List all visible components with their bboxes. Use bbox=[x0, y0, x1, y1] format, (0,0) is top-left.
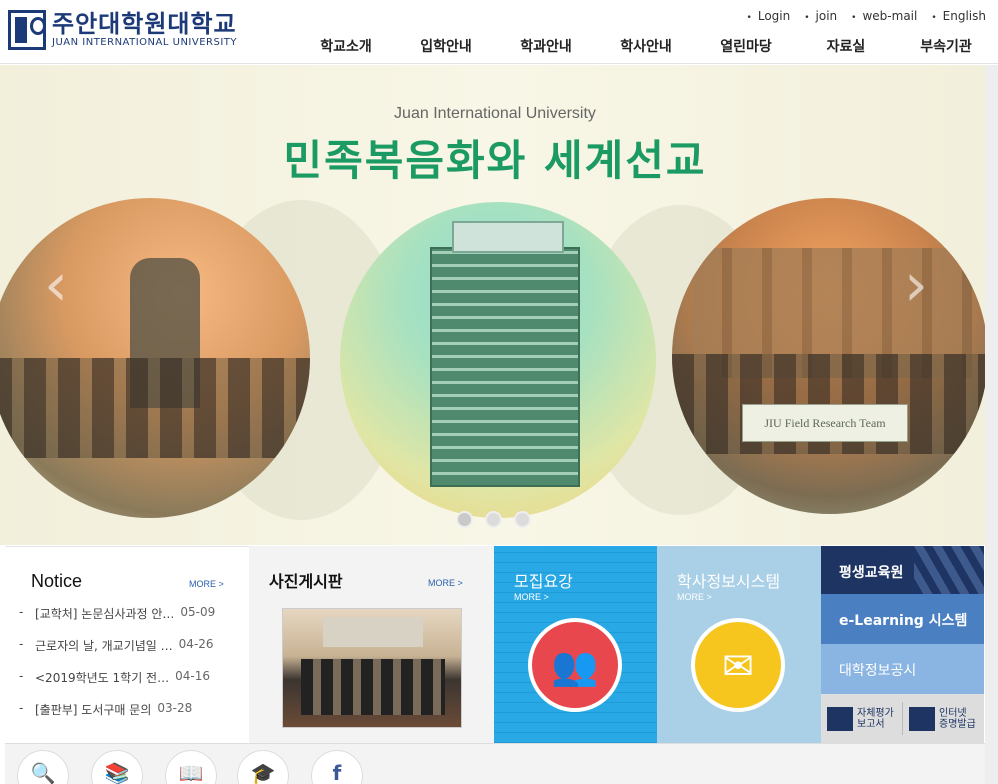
slide-pagination bbox=[456, 511, 531, 528]
lifelong-education-title: 평생교육원 bbox=[839, 565, 904, 581]
prev-slide-icon[interactable]: ‹ bbox=[44, 250, 68, 320]
recruit-panel[interactable]: 모집요강 MORE > 👥 bbox=[494, 546, 657, 743]
notice-text: 근로자의 날, 개교기념일 … bbox=[35, 639, 173, 653]
webmail-link[interactable]: web-mail bbox=[851, 9, 917, 23]
quick-links-bar: 🔍 📚 📖 🎓 f bbox=[5, 743, 995, 784]
lifelong-education-link[interactable]: 평생교육원 bbox=[821, 546, 984, 594]
notice-date: 04-16 bbox=[175, 669, 210, 683]
notice-date: 04-26 bbox=[178, 637, 214, 651]
hero-title: 민족복음화와 세계선교 bbox=[283, 136, 707, 185]
public-info-link[interactable]: 대학정보공시 bbox=[821, 644, 984, 694]
nav-item-admission[interactable]: 입학안내 bbox=[396, 36, 496, 56]
photo-board-title: 사진게시판 bbox=[269, 572, 343, 591]
building-shape bbox=[430, 221, 580, 487]
logo-english-name: JUAN INTERNATIONAL UNIVERSITY bbox=[52, 37, 237, 48]
lifelong-education-panel: 평생교육원 e-Learning 시스템 대학정보공시 자체평가 보고서 인터넷 증… bbox=[821, 546, 984, 743]
hero-slider: Juan International University 민족복음화와 세계선… bbox=[0, 65, 998, 545]
nav-item-academics[interactable]: 학사안내 bbox=[596, 36, 696, 56]
notice-panel: Notice MORE > - [교학처] 논문심사과정 안… 05-09 - 근로자… bbox=[5, 546, 249, 743]
graduation-icon[interactable]: 🎓 bbox=[237, 750, 289, 784]
slide-dot-2[interactable] bbox=[485, 511, 502, 528]
english-link[interactable]: English bbox=[931, 9, 986, 23]
photo-thumbnail[interactable] bbox=[282, 608, 462, 728]
login-link[interactable]: Login bbox=[747, 9, 790, 23]
nav-item-community[interactable]: 열린마당 bbox=[696, 36, 796, 56]
nav-item-about[interactable]: 학교소개 bbox=[296, 36, 396, 56]
book-icon[interactable]: 📖 bbox=[165, 750, 217, 784]
life-bottom-links: 자체평가 보고서 인터넷 증명발급 bbox=[821, 694, 984, 743]
notice-more-link[interactable]: MORE > bbox=[189, 579, 224, 589]
list-item[interactable]: - 근로자의 날, 개교기념일 … 04-26 bbox=[19, 637, 245, 669]
search-chart-icon[interactable]: 🔍 bbox=[17, 750, 69, 784]
self-evaluation-link[interactable]: 자체평가 보고서 bbox=[821, 694, 902, 743]
field-team-banner: JIU Field Research Team bbox=[742, 404, 908, 442]
list-item[interactable]: - [출판부] 도서구매 문의 03-28 bbox=[19, 701, 245, 733]
logo-emblem bbox=[8, 10, 46, 50]
main-navigation: 학교소개 입학안내 학과안내 학사안내 열린마당 자료실 부속기관 bbox=[296, 36, 996, 56]
people-icon: 👥 bbox=[528, 618, 622, 712]
triangle-pattern-icon bbox=[914, 546, 984, 594]
photo-board-panel: 사진게시판 MORE > bbox=[249, 546, 494, 743]
nav-item-departments[interactable]: 학과안내 bbox=[496, 36, 596, 56]
hero-subtitle: Juan International University bbox=[394, 105, 596, 122]
notice-list: - [교학처] 논문심사과정 안… 05-09 - 근로자의 날, 개교기념일 … 04… bbox=[19, 605, 245, 733]
university-logo[interactable]: 주안대학원대학교 JUAN INTERNATIONAL UNIVERSITY bbox=[8, 10, 237, 50]
recruit-more-link[interactable]: MORE > bbox=[514, 592, 549, 602]
right-edge-bar bbox=[985, 65, 998, 784]
hero-photo-building bbox=[340, 202, 656, 518]
list-item[interactable]: - <2019학년도 1학기 전… 04-16 bbox=[19, 669, 245, 701]
nav-item-affiliates[interactable]: 부속기관 bbox=[896, 36, 996, 56]
notice-title: Notice bbox=[31, 571, 83, 591]
academic-system-title: 학사정보시스템 bbox=[677, 572, 781, 591]
notice-text: [교학처] 논문심사과정 안… bbox=[35, 607, 175, 621]
photo-more-link[interactable]: MORE > bbox=[428, 578, 463, 588]
notice-text: [출판부] 도서구매 문의 bbox=[35, 703, 152, 717]
library-icon[interactable]: 📚 bbox=[91, 750, 143, 784]
utility-links: Login join web-mail English bbox=[747, 9, 986, 23]
logo-korean-name: 주안대학원대학교 bbox=[52, 10, 237, 38]
group-people-shape bbox=[0, 358, 310, 458]
site-header: 주안대학원대학교 JUAN INTERNATIONAL UNIVERSITY L… bbox=[0, 0, 998, 64]
message-icon: ✉ bbox=[691, 618, 785, 712]
join-link[interactable]: join bbox=[804, 9, 838, 23]
nav-item-resources[interactable]: 자료실 bbox=[796, 36, 896, 56]
list-item[interactable]: - [교학처] 논문심사과정 안… 05-09 bbox=[19, 605, 245, 637]
academic-system-more-link[interactable]: MORE > bbox=[677, 592, 712, 602]
notice-text: <2019학년도 1학기 전… bbox=[35, 671, 170, 685]
slide-dot-1[interactable] bbox=[456, 511, 473, 528]
photo-backdrop-shape bbox=[323, 617, 423, 647]
facebook-icon[interactable]: f bbox=[311, 750, 363, 784]
notice-date: 03-28 bbox=[157, 701, 193, 715]
photo-people-shape bbox=[301, 659, 445, 715]
certificate-icon bbox=[909, 706, 935, 731]
notice-date: 05-09 bbox=[180, 605, 216, 619]
academic-system-panel[interactable]: 학사정보시스템 MORE > ✉ bbox=[657, 546, 821, 743]
hero-photo-statue-group bbox=[0, 198, 310, 518]
certificate-link[interactable]: 인터넷 증명발급 bbox=[903, 694, 984, 743]
hero-photo-field-team: JIU Field Research Team bbox=[672, 198, 988, 514]
next-slide-icon[interactable]: › bbox=[904, 250, 928, 320]
elearning-link[interactable]: e-Learning 시스템 bbox=[821, 594, 984, 644]
bar-chart-icon bbox=[827, 706, 853, 731]
slide-dot-3[interactable] bbox=[514, 511, 531, 528]
recruit-title: 모집요강 bbox=[514, 572, 573, 591]
